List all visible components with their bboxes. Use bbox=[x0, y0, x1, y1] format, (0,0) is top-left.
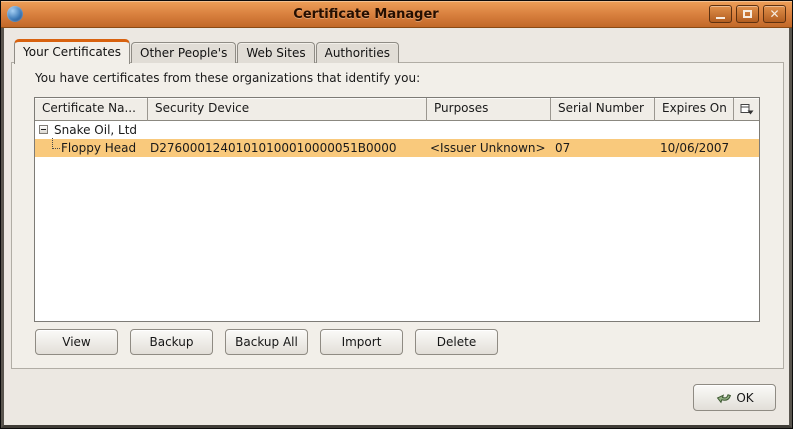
minimize-icon bbox=[716, 17, 725, 19]
ok-icon bbox=[715, 390, 731, 406]
column-picker-icon bbox=[740, 103, 754, 116]
cell-purposes: <Issuer Unknown> bbox=[430, 139, 546, 157]
close-button[interactable]: ✕ bbox=[763, 5, 786, 23]
import-button[interactable]: Import bbox=[320, 329, 403, 355]
maximize-icon bbox=[743, 10, 752, 18]
close-icon: ✕ bbox=[769, 8, 779, 20]
certificate-table: Certificate Na... Security Device Purpos… bbox=[34, 97, 760, 322]
certificate-manager-window: Certificate Manager ✕ Your Certificates … bbox=[0, 0, 793, 429]
your-certificates-panel: You have certificates from these organiz… bbox=[11, 62, 784, 369]
column-header-security-device[interactable]: Security Device bbox=[148, 98, 427, 121]
organization-name: Snake Oil, Ltd bbox=[54, 121, 137, 139]
maximize-button[interactable] bbox=[736, 5, 759, 23]
tab-bar: Your Certificates Other People's Web Sit… bbox=[14, 37, 400, 63]
backup-button[interactable]: Backup bbox=[130, 329, 213, 355]
column-header-certificate-name[interactable]: Certificate Na... bbox=[35, 98, 148, 121]
tab-your-certificates[interactable]: Your Certificates bbox=[14, 39, 130, 64]
view-button[interactable]: View bbox=[35, 329, 118, 355]
column-header-serial-number[interactable]: Serial Number bbox=[551, 98, 655, 121]
table-header-row: Certificate Na... Security Device Purpos… bbox=[35, 98, 759, 121]
table-row-snake-oil[interactable]: Snake Oil, Ltd bbox=[35, 121, 759, 139]
tab-other-peoples[interactable]: Other People's bbox=[131, 42, 236, 63]
column-picker-button[interactable] bbox=[734, 98, 759, 121]
ok-button[interactable]: OK bbox=[693, 384, 776, 411]
description-text: You have certificates from these organiz… bbox=[35, 71, 420, 85]
titlebar[interactable]: Certificate Manager ✕ bbox=[1, 1, 792, 28]
cell-serial-number: 07 bbox=[555, 139, 570, 157]
column-header-purposes[interactable]: Purposes bbox=[427, 98, 551, 121]
window-controls: ✕ bbox=[709, 5, 786, 23]
application-icon bbox=[7, 6, 23, 22]
cell-security-device: D27600012401010100010000051B0000 bbox=[150, 139, 397, 157]
table-body: Snake Oil, Ltd Floppy Head D276000124010… bbox=[35, 121, 759, 157]
tab-authorities[interactable]: Authorities bbox=[316, 42, 399, 63]
tree-collapse-icon[interactable] bbox=[39, 125, 48, 134]
cell-expires-on: 10/06/2007 bbox=[660, 139, 729, 157]
table-row-floppy-head[interactable]: Floppy Head D27600012401010100010000051B… bbox=[35, 139, 759, 157]
window-title: Certificate Manager bbox=[23, 7, 709, 22]
minimize-button[interactable] bbox=[709, 5, 732, 23]
backup-all-button[interactable]: Backup All bbox=[225, 329, 308, 355]
tree-branch-icon bbox=[52, 138, 60, 149]
delete-button[interactable]: Delete bbox=[415, 329, 498, 355]
cell-certificate-name: Floppy Head bbox=[61, 139, 136, 157]
ok-button-label: OK bbox=[736, 391, 753, 405]
tab-web-sites[interactable]: Web Sites bbox=[237, 42, 314, 63]
column-header-expires-on[interactable]: Expires On bbox=[655, 98, 734, 121]
